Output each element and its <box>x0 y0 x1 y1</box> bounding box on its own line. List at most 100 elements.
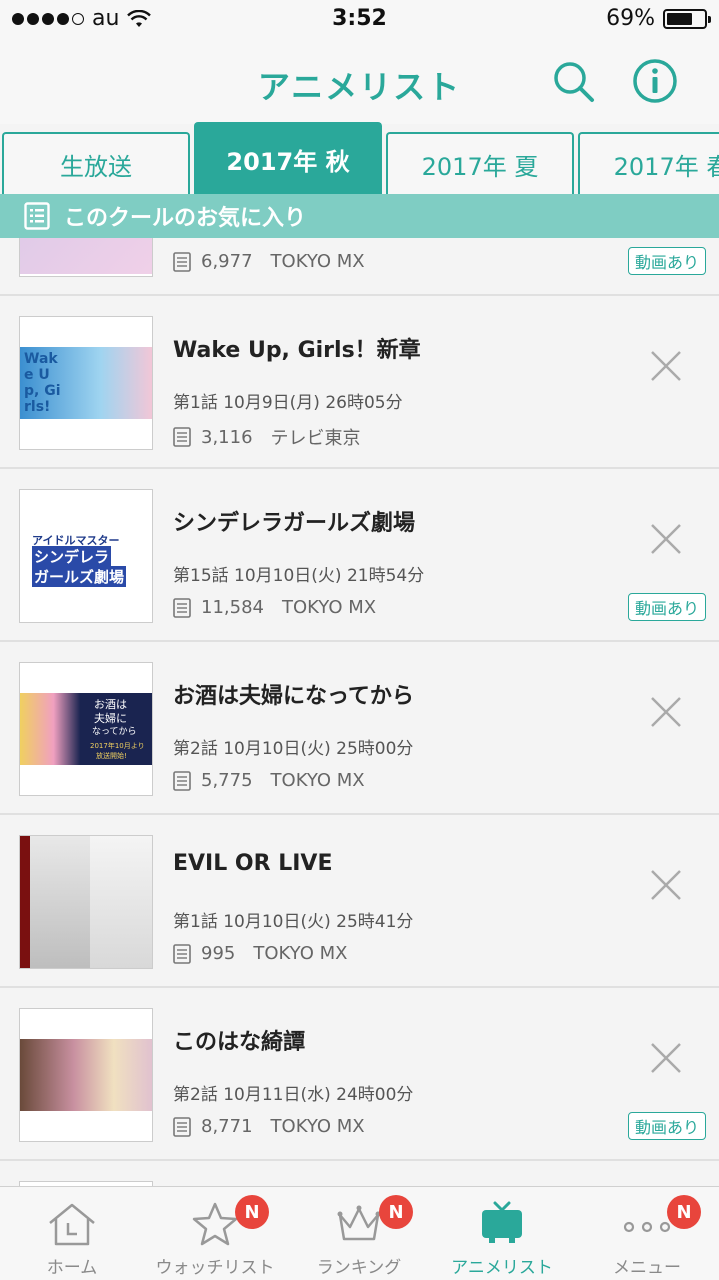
battery-icon <box>663 8 711 29</box>
episode-info: 第15話 10月10日(火) 21時54分 <box>173 566 425 586</box>
tab-2017-summer[interactable]: 2017年 夏 <box>386 132 574 194</box>
tab-label: 2017年 春 <box>613 152 719 181</box>
anime-title: シンデレラガールズ劇場 <box>173 511 416 536</box>
tab-label: 生放送 <box>60 152 132 181</box>
list-item[interactable]: アイドルマスター シンデレラ ガールズ劇場 シンデレラガールズ劇場 第15話 1… <box>0 469 719 642</box>
document-icon <box>173 943 191 964</box>
nav-menu[interactable]: N メニュー <box>575 1187 719 1280</box>
nav-ranking[interactable]: N ランキング <box>287 1187 431 1280</box>
status-bar: au 3:52 69% <box>0 0 719 40</box>
tv-station: TOKYO MX <box>270 1116 365 1137</box>
status-right: 69% <box>606 6 711 31</box>
episode-info: 第2話 10月11日(水) 24時00分 <box>173 1085 414 1105</box>
anime-title: Wake Up, Girls！新章 <box>173 338 421 363</box>
nav-anime-list[interactable]: アニメリスト <box>430 1187 574 1280</box>
search-icon[interactable] <box>550 58 596 104</box>
tv-station: TOKYO MX <box>253 943 348 964</box>
thumbnail-logo-line: 放送開始! <box>96 752 127 760</box>
season-tabs: 生放送 2017年 秋 2017年 夏 2017年 春 <box>0 122 719 194</box>
view-count: 6,977 <box>201 251 253 272</box>
nav-home[interactable]: ホーム <box>0 1187 144 1280</box>
item-meta: 6,977 TOKYO MX <box>173 251 365 272</box>
list-item[interactable] <box>0 1161 719 1186</box>
anime-title: このはな綺譚 <box>173 1030 306 1055</box>
item-meta: 8,771 TOKYO MX <box>173 1116 365 1137</box>
list-item[interactable]: Wake Up, Girls! Wake Up, Girls！新章 第1話 10… <box>0 296 719 469</box>
list-item[interactable]: EVIL OR LIVE 第1話 10月10日(火) 25時41分 995 TO… <box>0 815 719 988</box>
header: アニメリスト <box>0 40 719 124</box>
close-icon[interactable] <box>648 348 684 384</box>
view-count: 8,771 <box>201 1116 253 1137</box>
video-available-badge: 動画あり <box>628 593 707 621</box>
anime-thumbnail: Wake Up, Girls! <box>19 316 153 450</box>
anime-title: EVIL OR LIVE <box>173 851 333 876</box>
anime-thumbnail <box>19 1008 153 1142</box>
tab-2017-autumn[interactable]: 2017年 秋 <box>194 122 382 194</box>
view-count: 11,584 <box>201 597 264 618</box>
nav-watchlist[interactable]: N ウォッチリスト <box>143 1187 287 1280</box>
anime-list: 6,977 TOKYO MX 動画あり Wake Up, Girls! Wake… <box>0 238 719 1186</box>
episode-info: 第1話 10月10日(火) 25時41分 <box>173 912 414 932</box>
star-icon <box>192 1202 238 1246</box>
nav-label: メニュー <box>613 1258 681 1278</box>
notification-badge: N <box>235 1195 269 1229</box>
notification-badge: N <box>379 1195 413 1229</box>
nav-label: ウォッチリスト <box>155 1258 275 1278</box>
favorites-header[interactable]: このクールのお気に入り <box>0 194 719 238</box>
tv-station: TOKYO MX <box>270 770 365 791</box>
page-title: アニメリスト <box>257 68 462 106</box>
tv-station: TOKYO MX <box>281 597 377 618</box>
episode-info: 第2話 10月10日(火) 25時00分 <box>173 739 414 759</box>
tab-2017-spring[interactable]: 2017年 春 <box>578 132 719 194</box>
battery-percent: 69% <box>606 6 655 31</box>
document-icon <box>173 597 191 618</box>
nav-label: アニメリスト <box>451 1258 553 1278</box>
episode-info: 第1話 10月9日(月) 26時05分 <box>173 393 403 413</box>
list-icon <box>24 202 50 230</box>
item-meta: 11,584 TOKYO MX <box>173 597 376 618</box>
anime-title: お酒は夫婦になってから <box>173 684 414 709</box>
tab-live[interactable]: 生放送 <box>2 132 190 194</box>
tab-label: 2017年 夏 <box>421 152 539 181</box>
close-icon[interactable] <box>648 1040 684 1076</box>
view-count: 5,775 <box>201 770 253 791</box>
nav-label: ランキング <box>316 1258 402 1278</box>
video-available-badge: 動画あり <box>628 1112 707 1140</box>
item-meta: 3,116 テレビ東京 <box>173 424 361 450</box>
thumbnail-logo-line: 2017年10月より <box>90 742 145 750</box>
thumbnail-logo-line: なってから <box>92 727 137 737</box>
list-item[interactable]: このはな綺譚 第2話 10月11日(水) 24時00分 8,771 TOKYO … <box>0 988 719 1161</box>
item-meta: 5,775 TOKYO MX <box>173 770 365 791</box>
close-icon[interactable] <box>648 694 684 730</box>
more-icon <box>623 1221 671 1233</box>
notification-badge: N <box>667 1195 701 1229</box>
info-icon[interactable] <box>632 58 678 104</box>
close-icon[interactable] <box>648 521 684 557</box>
tab-label: 2017年 秋 <box>226 147 350 176</box>
tv-icon <box>482 1201 522 1243</box>
view-count: 3,116 <box>201 426 253 448</box>
close-icon[interactable] <box>648 867 684 903</box>
anime-thumbnail: お酒は 夫婦に なってから 2017年10月より 放送開始! <box>19 662 153 796</box>
tv-station: TOKYO MX <box>270 251 365 272</box>
thumbnail-logo: Wake Up, Girls! <box>24 351 61 415</box>
tv-station: テレビ東京 <box>270 428 361 449</box>
list-item[interactable]: お酒は 夫婦に なってから 2017年10月より 放送開始! お酒は夫婦になって… <box>0 642 719 815</box>
document-icon <box>173 427 191 447</box>
crown-icon <box>337 1205 381 1241</box>
document-icon <box>173 1116 191 1137</box>
document-icon <box>173 251 191 272</box>
anime-thumbnail <box>19 238 153 277</box>
home-icon <box>49 1203 95 1246</box>
thumbnail-logo-line: シンデレラ <box>32 546 112 567</box>
favorites-label: このクールのお気に入り <box>64 206 307 231</box>
list-item[interactable]: 6,977 TOKYO MX 動画あり <box>0 238 719 296</box>
view-count: 995 <box>201 943 236 964</box>
thumbnail-logo-line: ガールズ劇場 <box>32 566 127 587</box>
anime-thumbnail: アイドルマスター シンデレラ ガールズ劇場 <box>19 489 153 623</box>
document-icon <box>173 770 191 791</box>
video-available-badge: 動画あり <box>628 247 707 275</box>
anime-thumbnail <box>19 835 153 969</box>
item-meta: 995 TOKYO MX <box>173 943 347 964</box>
bottom-tab-bar: ホーム N ウォッチリスト N ランキング アニメリスト N メニュー <box>0 1186 719 1280</box>
